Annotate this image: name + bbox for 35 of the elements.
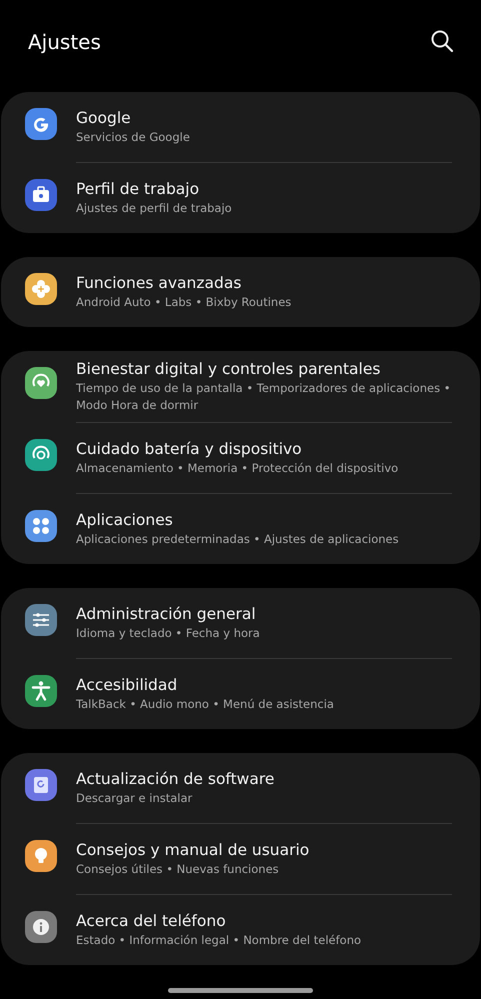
item-title: Google [76,108,132,129]
page-title: Ajustes [28,30,101,54]
item-title: Perfil de trabajo [76,179,200,200]
item-subtitle: Tiempo de uso de la pantalla • Temporizadores de aplicaciones • Modo Hora de dormir [76,380,452,414]
item-subtitle: Idioma y teclado • Fecha y hora [76,625,260,642]
item-title: Administración general [76,604,257,625]
settings-item[interactable]: Funciones avanzadas Android Auto • Labs • Bixby Routines [1,257,480,327]
search-icon[interactable] [430,29,454,53]
settings-item[interactable]: Actualización de software Descargar e instalar [1,753,480,823]
item-subtitle: Ajustes de perfil de trabajo [76,200,232,217]
item-title: Cuidado batería y dispositivo [76,439,303,460]
item-subtitle: Almacenamiento • Memoria • Protección del dispositivo [76,460,398,477]
item-subtitle: Estado • Información legal • Nombre del teléfono [76,932,362,949]
settings-item[interactable]: Administración general Idioma y teclado • Fecha y hora [1,588,480,658]
item-title: Acerca del teléfono [76,911,227,932]
item-subtitle: TalkBack • Audio mono • Menú de asistencia [76,696,334,713]
item-subtitle: Consejos útiles • Nuevas funciones [76,861,280,878]
item-title: Aplicaciones [76,510,174,531]
settings-item[interactable]: Bienestar digital y controles parentales Tiempo de uso de la pantalla • Temporizadores de aplicaciones • Modo Hora de dormir [1,351,480,422]
settings-item[interactable]: Google Servicios de Google [1,92,480,162]
settings-item[interactable]: Accesibilidad TalkBack • Audio mono • Menú de asistencia [1,659,480,729]
item-subtitle: Servicios de Google [76,129,190,146]
item-subtitle: Descargar e instalar [76,790,194,807]
settings-item[interactable]: Consejos y manual de usuario Consejos útiles • Nuevas funciones [1,824,480,894]
item-title: Accesibilidad [76,675,178,696]
settings-item[interactable]: Cuidado batería y dispositivo Almacenamiento • Memoria • Protección del dispositivo [1,423,480,493]
settings-item[interactable]: Perfil de trabajo Ajustes de perfil de trabajo [1,163,480,233]
item-subtitle: Android Auto • Labs • Bixby Routines [76,294,292,311]
item-subtitle: Aplicaciones predeterminadas • Ajustes de aplicaciones [76,531,399,548]
item-title: Consejos y manual de usuario [76,840,310,861]
item-title: Bienestar digital y controles parentales [76,359,382,380]
item-title: Funciones avanzadas [76,273,242,294]
settings-item[interactable]: Acerca del teléfono Estado • Información legal • Nombre del teléfono [1,895,480,965]
settings-item[interactable]: Aplicaciones Aplicaciones predeterminadas • Ajustes de aplicaciones [1,494,480,564]
item-title: Actualización de software [76,769,274,790]
